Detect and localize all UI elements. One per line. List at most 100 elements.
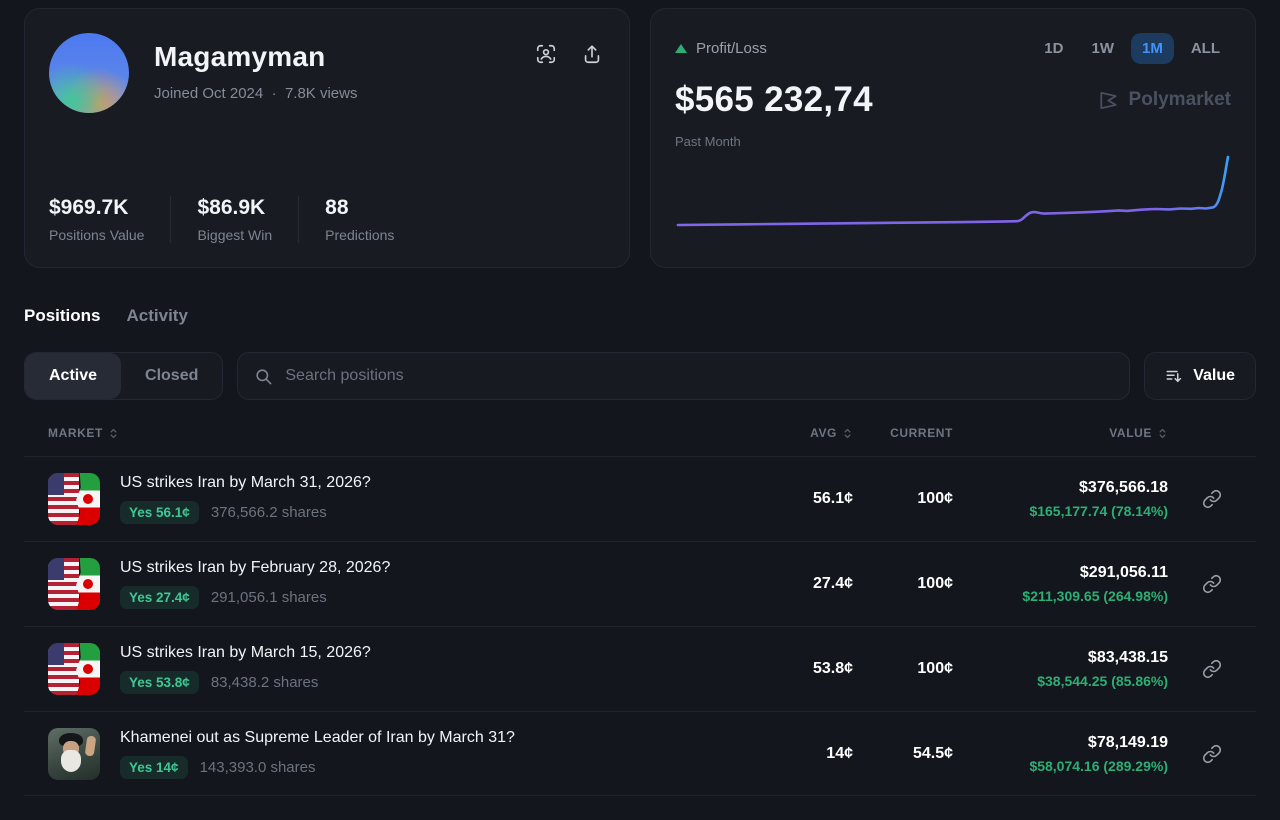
avg-price: 27.4¢: [773, 575, 853, 593]
range-button-1d[interactable]: 1D: [1033, 33, 1074, 64]
shares-count: 376,566.2 shares: [211, 504, 327, 521]
market-title[interactable]: US strikes Iran by March 31, 2026?: [120, 474, 371, 492]
header-current-label: Current: [890, 426, 953, 440]
stat-label: Predictions: [325, 227, 394, 243]
position-value: $291,056.11: [953, 564, 1168, 582]
status-segmented-control: Active Closed: [24, 352, 223, 400]
avg-price: 53.8¢: [773, 660, 853, 678]
scan-face-icon[interactable]: [535, 43, 559, 67]
avatar: [49, 33, 129, 113]
sort-by-value-button[interactable]: Value: [1144, 352, 1256, 400]
position-row[interactable]: US strikes Iran by March 15, 2026? Yes 5…: [24, 626, 1256, 711]
profile-stats: $969.7K Positions Value $86.9K Biggest W…: [49, 196, 605, 243]
joined-date: Joined Oct 2024: [154, 85, 263, 102]
page-title: Magamyman: [154, 41, 357, 73]
market-link-icon[interactable]: [1168, 744, 1256, 764]
range-button-1m[interactable]: 1M: [1131, 33, 1174, 64]
pnl-chart: [675, 151, 1231, 243]
us-iran-flags-icon: [48, 473, 100, 525]
sort-descending-icon: [1165, 367, 1183, 385]
position-row[interactable]: Khamenei out as Supreme Leader of Iran b…: [24, 711, 1256, 796]
sort-chevrons-icon: [1157, 428, 1168, 439]
views-count: 7.8K views: [285, 85, 358, 102]
tab-activity[interactable]: Activity: [127, 306, 188, 326]
position-value: $78,149.19: [953, 734, 1168, 752]
header-value-label: Value: [1109, 426, 1152, 440]
shares-count: 143,393.0 shares: [200, 759, 316, 776]
position-profit: $165,177.74 (78.14%): [953, 503, 1168, 519]
search-icon: [254, 367, 273, 386]
pnl-label: Profit/Loss: [675, 40, 767, 57]
sort-chevrons-icon: [108, 428, 119, 439]
range-button-1w[interactable]: 1W: [1080, 33, 1125, 64]
profile-card: Magamyman Joined Oct 2024 · 7.8K views: [24, 8, 630, 268]
pnl-label-text: Profit/Loss: [696, 40, 767, 57]
segment-active[interactable]: Active: [25, 353, 121, 399]
market-link-icon[interactable]: [1168, 659, 1256, 679]
time-range-selector: 1D 1W 1M ALL: [1033, 33, 1231, 64]
range-button-all[interactable]: ALL: [1180, 33, 1231, 64]
shares-count: 83,438.2 shares: [211, 674, 319, 691]
position-profit: $58,074.16 (289.29%): [953, 758, 1168, 774]
top-cards: Magamyman Joined Oct 2024 · 7.8K views: [0, 0, 1280, 268]
position-profit: $38,544.25 (85.86%): [953, 673, 1168, 689]
outcome-badge: Yes 14¢: [120, 756, 188, 779]
khamenei-photo-icon: [48, 728, 100, 780]
section-tabs: Positions Activity: [24, 306, 1256, 326]
header-avg[interactable]: Avg: [773, 426, 853, 440]
position-row[interactable]: US strikes Iran by February 28, 2026? Ye…: [24, 541, 1256, 626]
current-price: 100¢: [853, 660, 953, 678]
market-link-icon[interactable]: [1168, 489, 1256, 509]
share-icon[interactable]: [581, 43, 605, 67]
dot-separator: ·: [272, 85, 277, 102]
stat-value: $86.9K: [197, 196, 272, 220]
header-avg-label: Avg: [810, 426, 837, 440]
polymarket-logo-icon: [1097, 89, 1120, 112]
pnl-period: Past Month: [675, 134, 1231, 149]
stat-value: 88: [325, 196, 394, 220]
filter-row: Active Closed Value: [24, 352, 1256, 400]
header-market[interactable]: Market: [48, 426, 773, 440]
shares-count: 291,056.1 shares: [211, 589, 327, 606]
market-title[interactable]: Khamenei out as Supreme Leader of Iran b…: [120, 729, 515, 747]
profit-up-icon: [675, 44, 687, 53]
outcome-badge: Yes 53.8¢: [120, 671, 199, 694]
header-value[interactable]: Value: [953, 426, 1168, 440]
current-price: 100¢: [853, 575, 953, 593]
us-iran-flags-icon: [48, 558, 100, 610]
search-input[interactable]: [285, 367, 1113, 385]
stat-value: $969.7K: [49, 196, 144, 220]
polymarket-label: Polymarket: [1129, 89, 1231, 111]
position-value: $376,566.18: [953, 479, 1168, 497]
outcome-badge: Yes 56.1¢: [120, 501, 199, 524]
positions-table: Market Avg Current Value US strikes Iran…: [24, 426, 1256, 796]
sort-chevrons-icon: [842, 428, 853, 439]
header-market-label: Market: [48, 426, 103, 440]
market-title[interactable]: US strikes Iran by March 15, 2026?: [120, 644, 371, 662]
sort-button-label: Value: [1193, 367, 1235, 385]
stat-predictions: 88 Predictions: [298, 196, 420, 243]
outcome-badge: Yes 27.4¢: [120, 586, 199, 609]
current-price: 100¢: [853, 490, 953, 508]
current-price: 54.5¢: [853, 745, 953, 763]
market-link-icon[interactable]: [1168, 574, 1256, 594]
stat-positions-value: $969.7K Positions Value: [49, 196, 170, 243]
stat-label: Positions Value: [49, 227, 144, 243]
market-title[interactable]: US strikes Iran by February 28, 2026?: [120, 559, 390, 577]
avg-price: 14¢: [773, 745, 853, 763]
position-row[interactable]: US strikes Iran by March 31, 2026? Yes 5…: [24, 456, 1256, 541]
tab-positions[interactable]: Positions: [24, 306, 101, 326]
stat-biggest-win: $86.9K Biggest Win: [170, 196, 298, 243]
stat-label: Biggest Win: [197, 227, 272, 243]
polymarket-watermark: Polymarket: [1097, 89, 1231, 112]
search-box[interactable]: [237, 352, 1130, 400]
table-header: Market Avg Current Value: [24, 426, 1256, 456]
pnl-card: Profit/Loss 1D 1W 1M ALL $565 232,74 Pol…: [650, 8, 1256, 268]
segment-closed[interactable]: Closed: [121, 353, 222, 399]
us-iran-flags-icon: [48, 643, 100, 695]
position-profit: $211,309.65 (264.98%): [953, 588, 1168, 604]
pnl-value: $565 232,74: [675, 80, 873, 120]
header-current[interactable]: Current: [853, 426, 953, 440]
position-value: $83,438.15: [953, 649, 1168, 667]
avg-price: 56.1¢: [773, 490, 853, 508]
